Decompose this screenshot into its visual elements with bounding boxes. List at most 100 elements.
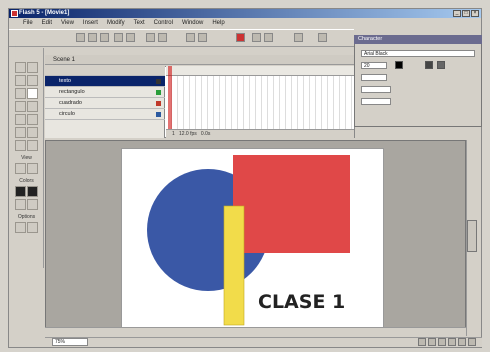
window-controls: _ □ × [453, 10, 479, 17]
zoom-tool-icon[interactable] [27, 163, 38, 174]
layer-circulo[interactable]: circulo [45, 109, 165, 120]
layer-name: cuadrado [59, 100, 82, 106]
menu-view[interactable]: View [61, 19, 74, 28]
copy-icon[interactable] [146, 33, 155, 42]
menu-edit[interactable]: Edit [42, 19, 52, 28]
minimize-button[interactable]: _ [453, 10, 461, 17]
launcher-bar [418, 338, 476, 346]
tracking-field[interactable] [361, 74, 387, 81]
frame-grid[interactable] [166, 66, 354, 138]
elapsed-time: 0.0s [200, 131, 211, 137]
character-panel-icon[interactable] [438, 338, 446, 346]
layer-color-icon [156, 101, 161, 106]
font-size-field[interactable]: 20 [361, 62, 387, 69]
actions-icon[interactable] [468, 338, 476, 346]
toolbox: View Colors Options [9, 48, 44, 268]
menu-insert[interactable]: Insert [83, 19, 98, 28]
redo-icon[interactable] [198, 33, 207, 42]
layer-cuadrado[interactable]: cuadrado [45, 98, 165, 109]
playhead[interactable] [168, 66, 172, 138]
layer-name: rectangulo [59, 89, 85, 95]
menu-modify[interactable]: Modify [107, 19, 125, 28]
kerning-field[interactable] [361, 98, 391, 105]
title-bar: Flash 5 - [Movie1] [9, 9, 481, 18]
smooth-icon[interactable] [252, 33, 261, 42]
text-color-icon[interactable] [395, 61, 403, 69]
open-icon[interactable] [88, 33, 97, 42]
pencil-tool-icon[interactable] [15, 114, 26, 125]
library-icon[interactable] [458, 338, 466, 346]
layer-rectangulo[interactable]: rectangulo [45, 87, 165, 98]
layers-header [45, 66, 165, 76]
timeline-status: 1 12.0 fps 0.0s [166, 129, 354, 138]
options-label: Options [17, 214, 36, 220]
character-panel-title: Character [354, 35, 482, 44]
scale-icon[interactable] [318, 33, 327, 42]
paint-bucket-tool-icon[interactable] [27, 127, 38, 138]
layer-name: texto [59, 78, 71, 84]
fill-color-icon[interactable] [27, 186, 38, 197]
zoom-field[interactable]: 75% [52, 338, 88, 346]
straighten-icon[interactable] [264, 33, 273, 42]
option-smooth-icon[interactable] [27, 222, 38, 233]
yellow-rectangle[interactable] [223, 205, 245, 326]
italic-icon[interactable] [437, 61, 445, 69]
colors-label: Colors [19, 178, 34, 184]
close-button[interactable]: × [471, 10, 479, 17]
menu-window[interactable]: Window [182, 19, 203, 28]
pen-tool-icon[interactable] [15, 88, 26, 99]
brush-tool-icon[interactable] [27, 114, 38, 125]
snap-icon[interactable] [236, 33, 245, 42]
text-tool-icon[interactable] [27, 88, 38, 99]
bold-icon[interactable] [425, 61, 433, 69]
subselect-tool-icon[interactable] [27, 62, 38, 73]
frame-rate: 12.0 fps [178, 131, 197, 137]
undo-icon[interactable] [186, 33, 195, 42]
layer-color-icon [156, 79, 161, 84]
font-size: 20 [364, 63, 370, 69]
instance-panel-icon[interactable] [448, 338, 456, 346]
font-name: Arial Black [364, 51, 388, 57]
stroke-color-icon[interactable] [15, 186, 26, 197]
current-frame: 1 [172, 131, 175, 137]
lasso-tool-icon[interactable] [27, 75, 38, 86]
ink-bottle-tool-icon[interactable] [15, 127, 26, 138]
layer-name: circulo [59, 111, 75, 117]
app-icon [11, 10, 18, 17]
baseline-field[interactable] [361, 86, 391, 93]
default-colors-icon[interactable] [27, 199, 38, 210]
scene-label[interactable]: Scene 1 [53, 57, 75, 63]
menu-help[interactable]: Help [212, 19, 224, 28]
frame-ruler[interactable] [166, 66, 354, 76]
print-icon[interactable] [114, 33, 123, 42]
maximize-button[interactable]: □ [462, 10, 470, 17]
horizontal-scrollbar[interactable] [45, 327, 466, 336]
layer-color-icon [156, 90, 161, 95]
rectangle-tool-icon[interactable] [27, 101, 38, 112]
status-bar [45, 337, 482, 347]
rotate-icon[interactable] [294, 33, 303, 42]
new-icon[interactable] [76, 33, 85, 42]
menu-control[interactable]: Control [154, 19, 173, 28]
menu-file[interactable]: File [23, 19, 33, 28]
view-label: View [21, 155, 32, 161]
dropper-tool-icon[interactable] [15, 140, 26, 151]
swap-colors-icon[interactable] [15, 199, 26, 210]
layer-texto[interactable]: texto [45, 76, 165, 87]
info-panel-icon[interactable] [418, 338, 426, 346]
option-snap-icon[interactable] [15, 222, 26, 233]
font-field[interactable]: Arial Black [361, 50, 475, 57]
menu-text[interactable]: Text [134, 19, 145, 28]
vertical-scroll-thumb[interactable] [467, 220, 477, 252]
save-icon[interactable] [100, 33, 109, 42]
arrow-tool-icon[interactable] [15, 62, 26, 73]
hand-tool-icon[interactable] [15, 163, 26, 174]
oval-tool-icon[interactable] [15, 101, 26, 112]
stage-title-text[interactable]: CLASE 1 [258, 291, 345, 313]
eraser-tool-icon[interactable] [27, 140, 38, 151]
paste-icon[interactable] [158, 33, 167, 42]
red-square[interactable] [233, 155, 350, 253]
cut-icon[interactable] [126, 33, 135, 42]
mixer-panel-icon[interactable] [428, 338, 436, 346]
line-tool-icon[interactable] [15, 75, 26, 86]
